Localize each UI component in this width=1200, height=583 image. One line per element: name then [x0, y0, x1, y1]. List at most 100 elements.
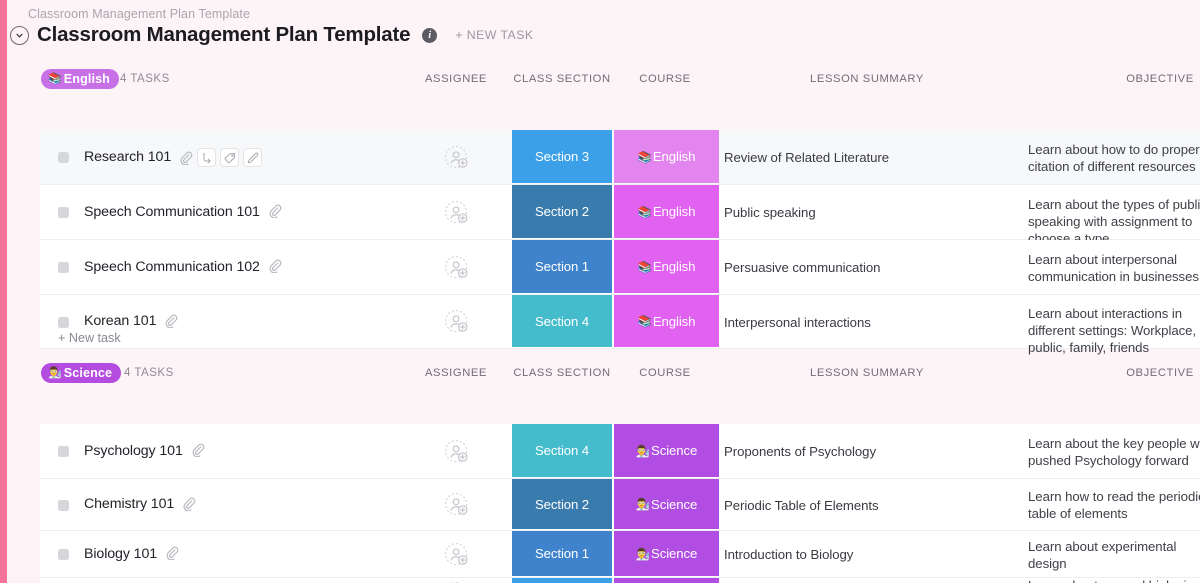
objective-cell[interactable]: Learn about the key people who pushed Ps…: [1028, 435, 1200, 469]
objective-cell[interactable]: Learn about experimental design: [1028, 538, 1200, 572]
class-section-cell[interactable]: Section 1: [512, 240, 612, 293]
group-name-chip[interactable]: 📚 English: [41, 69, 119, 89]
lesson-summary-cell[interactable]: Public speaking: [724, 204, 1014, 221]
column-header-objective[interactable]: OBJECTIVE: [1126, 367, 1194, 379]
group-name-label: English: [63, 72, 110, 86]
class-section-cell[interactable]: Section 4: [512, 424, 612, 477]
lesson-summary-cell[interactable]: Interpersonal interactions: [724, 314, 1014, 331]
course-cell[interactable]: 👨‍🔬Science: [614, 424, 719, 477]
paperclip-icon[interactable]: [267, 203, 282, 218]
objective-cell[interactable]: Learn about the types of public speaking…: [1028, 196, 1200, 247]
info-icon[interactable]: i: [422, 27, 438, 43]
objective-cell[interactable]: Learn about general biological principle…: [1028, 577, 1200, 583]
task-status-indicator[interactable]: [58, 152, 69, 163]
class-section-cell[interactable]: Section 3: [512, 130, 612, 183]
course-cell[interactable]: 👨‍🔬Science: [614, 578, 719, 583]
objective-cell[interactable]: Learn about how to do proper citation of…: [1028, 141, 1200, 175]
task-name[interactable]: Biology 101: [84, 546, 157, 562]
group-header: 📚 English 4 TASKS ASSIGNEE CLASS SECTION COUR…: [0, 66, 1200, 92]
course-cell[interactable]: 📚 English: [614, 185, 719, 238]
column-header-class-section[interactable]: CLASS SECTION: [513, 367, 610, 379]
page-title: Classroom Management Plan Template: [37, 23, 411, 46]
task-name[interactable]: Speech Communication 101: [84, 204, 260, 220]
task-status-indicator[interactable]: [58, 446, 69, 457]
class-section-cell[interactable]: Section 2: [512, 185, 612, 238]
lesson-summary-cell[interactable]: Introduction to Biology: [724, 546, 1014, 563]
course-label: English: [652, 204, 696, 219]
course-cell[interactable]: 📚 English: [614, 240, 719, 293]
task-status-indicator[interactable]: [58, 262, 69, 273]
table-row[interactable]: Anatomy and ZoologySection 3👨‍🔬ScienceAn…: [40, 578, 1200, 583]
paperclip-icon[interactable]: [164, 545, 179, 560]
objective-cell[interactable]: Learn about interpersonal communication …: [1028, 251, 1200, 285]
objective-cell[interactable]: Learn about interactions in different se…: [1028, 305, 1200, 356]
column-header-assignee[interactable]: ASSIGNEE: [425, 73, 487, 85]
paperclip-icon[interactable]: [267, 258, 282, 273]
paperclip-icon[interactable]: [178, 150, 193, 165]
task-status-indicator[interactable]: [58, 499, 69, 511]
group-task-count: 4 TASKS: [124, 367, 174, 379]
table-row[interactable]: Speech Communication 102 Section 1 📚 Englis…: [40, 240, 1200, 295]
class-section-cell[interactable]: Section 4: [512, 295, 612, 347]
class-section-cell[interactable]: Section 1: [512, 531, 612, 576]
assignee-avatar-placeholder[interactable]: [444, 255, 470, 281]
lesson-summary-cell[interactable]: Periodic Table of Elements: [724, 497, 1014, 514]
lesson-summary-cell[interactable]: Proponents of Psychology: [724, 443, 1014, 460]
collapse-all-icon[interactable]: [10, 25, 29, 45]
task-action-icons: [164, 545, 179, 560]
paperclip-icon[interactable]: [163, 313, 178, 328]
task-action-icons: [267, 203, 282, 218]
table-row[interactable]: Biology 101 Section 1 👨‍🔬 Science Introducti…: [40, 531, 1200, 578]
lesson-summary-cell[interactable]: Persuasive communication: [724, 259, 1014, 276]
table-row[interactable]: Psychology 101 Section 4 👨‍🔬 Science Propone…: [40, 424, 1200, 479]
lesson-summary-cell[interactable]: Review of Related Literature: [724, 149, 1014, 166]
task-status-indicator[interactable]: [58, 207, 69, 218]
new-task-button[interactable]: + NEW TASK: [455, 28, 533, 42]
class-section-cell[interactable]: Section 2: [512, 479, 612, 529]
paperclip-icon[interactable]: [190, 442, 205, 457]
course-emoji-icon: 📚: [637, 206, 652, 219]
add-new-task-link[interactable]: + New task: [58, 331, 121, 345]
course-cell[interactable]: 👨‍🔬Science: [614, 479, 719, 529]
assignee-avatar-placeholder[interactable]: [444, 542, 470, 568]
column-header-assignee[interactable]: ASSIGNEE: [425, 367, 487, 379]
class-section-cell[interactable]: Section 3: [512, 578, 612, 583]
task-name[interactable]: Research 101: [84, 149, 171, 165]
group-name-chip[interactable]: 👨‍🔬 Science: [41, 363, 122, 383]
table-row[interactable]: Research 101 Section 3 📚 English Review of R…: [10, 130, 1200, 185]
course-cell[interactable]: 📚 English: [614, 295, 719, 347]
task-name[interactable]: Speech Communication 102: [84, 259, 260, 275]
list-accent-rail: [0, 0, 7, 583]
task-action-icons: [267, 258, 282, 273]
course-label: Science: [651, 546, 698, 561]
column-header-course[interactable]: COURSE: [639, 367, 690, 379]
edit-icon[interactable]: [243, 148, 262, 167]
paperclip-icon[interactable]: [181, 496, 196, 511]
assignee-avatar-placeholder[interactable]: [444, 492, 470, 518]
breadcrumb[interactable]: Classroom Management Plan Template: [28, 7, 250, 21]
course-emoji-icon: 👨‍🔬: [635, 445, 650, 458]
objective-cell[interactable]: Learn how to read the periodic table of …: [1028, 488, 1200, 522]
course-emoji-icon: 👨‍🔬: [635, 548, 650, 561]
column-header-objective[interactable]: OBJECTIVE: [1126, 73, 1194, 85]
column-header-lesson-summary[interactable]: LESSON SUMMARY: [810, 367, 924, 379]
column-header-class-section[interactable]: CLASS SECTION: [513, 73, 610, 85]
table-row[interactable]: Speech Communication 101 Section 2 📚 Englis…: [40, 185, 1200, 246]
column-header-lesson-summary[interactable]: LESSON SUMMARY: [810, 73, 924, 85]
assignee-avatar-placeholder[interactable]: [444, 200, 470, 226]
table-row[interactable]: Chemistry 101 Section 2 👨‍🔬 Science Periodic…: [40, 479, 1200, 531]
course-cell[interactable]: 👨‍🔬Science: [614, 531, 719, 576]
task-status-indicator[interactable]: [58, 549, 69, 560]
column-header-course[interactable]: COURSE: [639, 73, 690, 85]
table-row[interactable]: Korean 101 Section 4 📚 English Interpersonal…: [40, 295, 1200, 355]
assignee-avatar-placeholder[interactable]: [444, 145, 470, 171]
task-name[interactable]: Korean 101: [84, 313, 156, 329]
task-name[interactable]: Chemistry 101: [84, 496, 174, 512]
assignee-avatar-placeholder[interactable]: [444, 439, 470, 465]
task-status-indicator[interactable]: [58, 316, 69, 328]
course-cell[interactable]: 📚 English: [614, 130, 719, 183]
assignee-avatar-placeholder[interactable]: [444, 309, 470, 335]
subtask-icon[interactable]: [197, 148, 216, 167]
task-name[interactable]: Psychology 101: [84, 443, 183, 459]
tag-icon[interactable]: [220, 148, 239, 167]
